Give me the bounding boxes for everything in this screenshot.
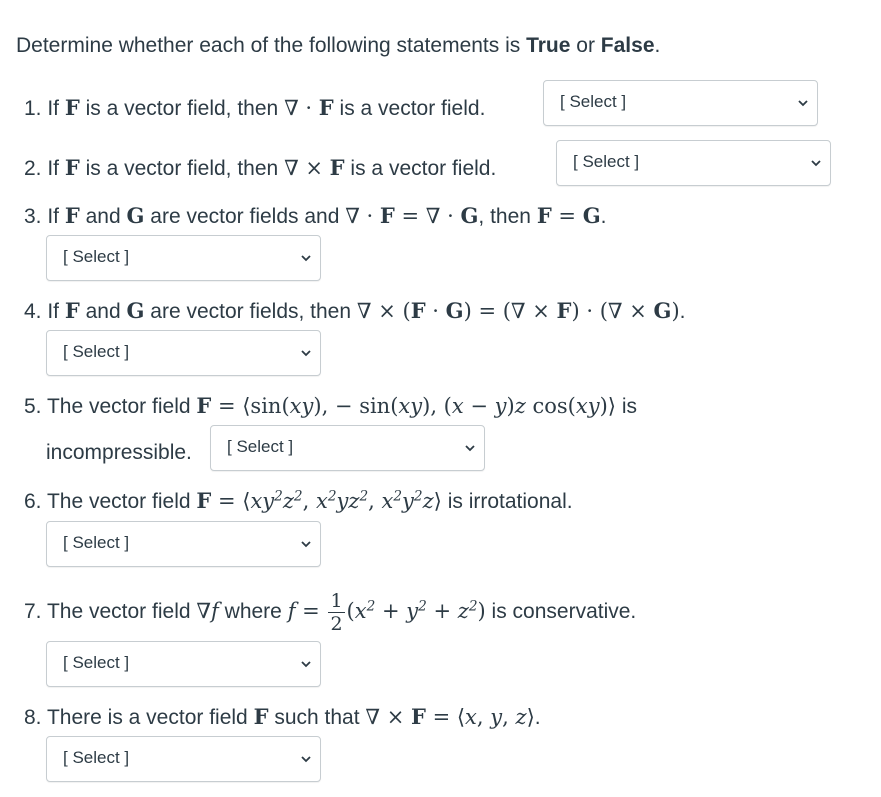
answer-select-4[interactable]: [ Select ]: [46, 330, 321, 376]
fraction-one-half: 12: [328, 589, 345, 635]
chevron-down-icon: [811, 160, 821, 167]
answer-select-7[interactable]: [ Select ]: [46, 641, 321, 687]
chevron-down-icon: [301, 756, 311, 763]
answer-select-1[interactable]: [ Select ]: [543, 80, 818, 126]
chevron-down-icon: [301, 255, 311, 262]
question-8: 8. There is a vector field F such that ∇…: [24, 704, 541, 729]
answer-select-8[interactable]: [ Select ]: [46, 736, 321, 782]
answer-select-3[interactable]: [ Select ]: [46, 235, 321, 281]
question-4: 4. If F and G are vector fields, then ∇ …: [24, 298, 686, 323]
answer-select-6[interactable]: [ Select ]: [46, 521, 321, 567]
question-2: 2. If F is a vector field, then ∇ × F is…: [24, 155, 497, 180]
instructions: Determine whether each of the following …: [16, 34, 661, 57]
question-1: 1. If F is a vector field, then ∇ · F is…: [24, 95, 486, 120]
answer-select-5[interactable]: [ Select ]: [210, 425, 485, 471]
chevron-down-icon: [301, 350, 311, 357]
chevron-down-icon: [301, 661, 311, 668]
question-5: 5. The vector field F = ⟨sin(xy), − sin(…: [24, 393, 637, 418]
question-5-continuation: incompressible.: [46, 441, 192, 464]
question-3: 3. If F and G are vector fields and ∇ · …: [24, 203, 607, 228]
question-6: 6. The vector field F = ⟨xy2z2, x2yz2, x…: [24, 488, 573, 513]
chevron-down-icon: [465, 445, 475, 452]
question-7: 7. The vector field ∇f where f = 1 2 (x2 +…: [24, 589, 637, 635]
chevron-down-icon: [798, 100, 808, 107]
chevron-down-icon: [301, 541, 311, 548]
answer-select-2[interactable]: [ Select ]: [556, 140, 831, 186]
